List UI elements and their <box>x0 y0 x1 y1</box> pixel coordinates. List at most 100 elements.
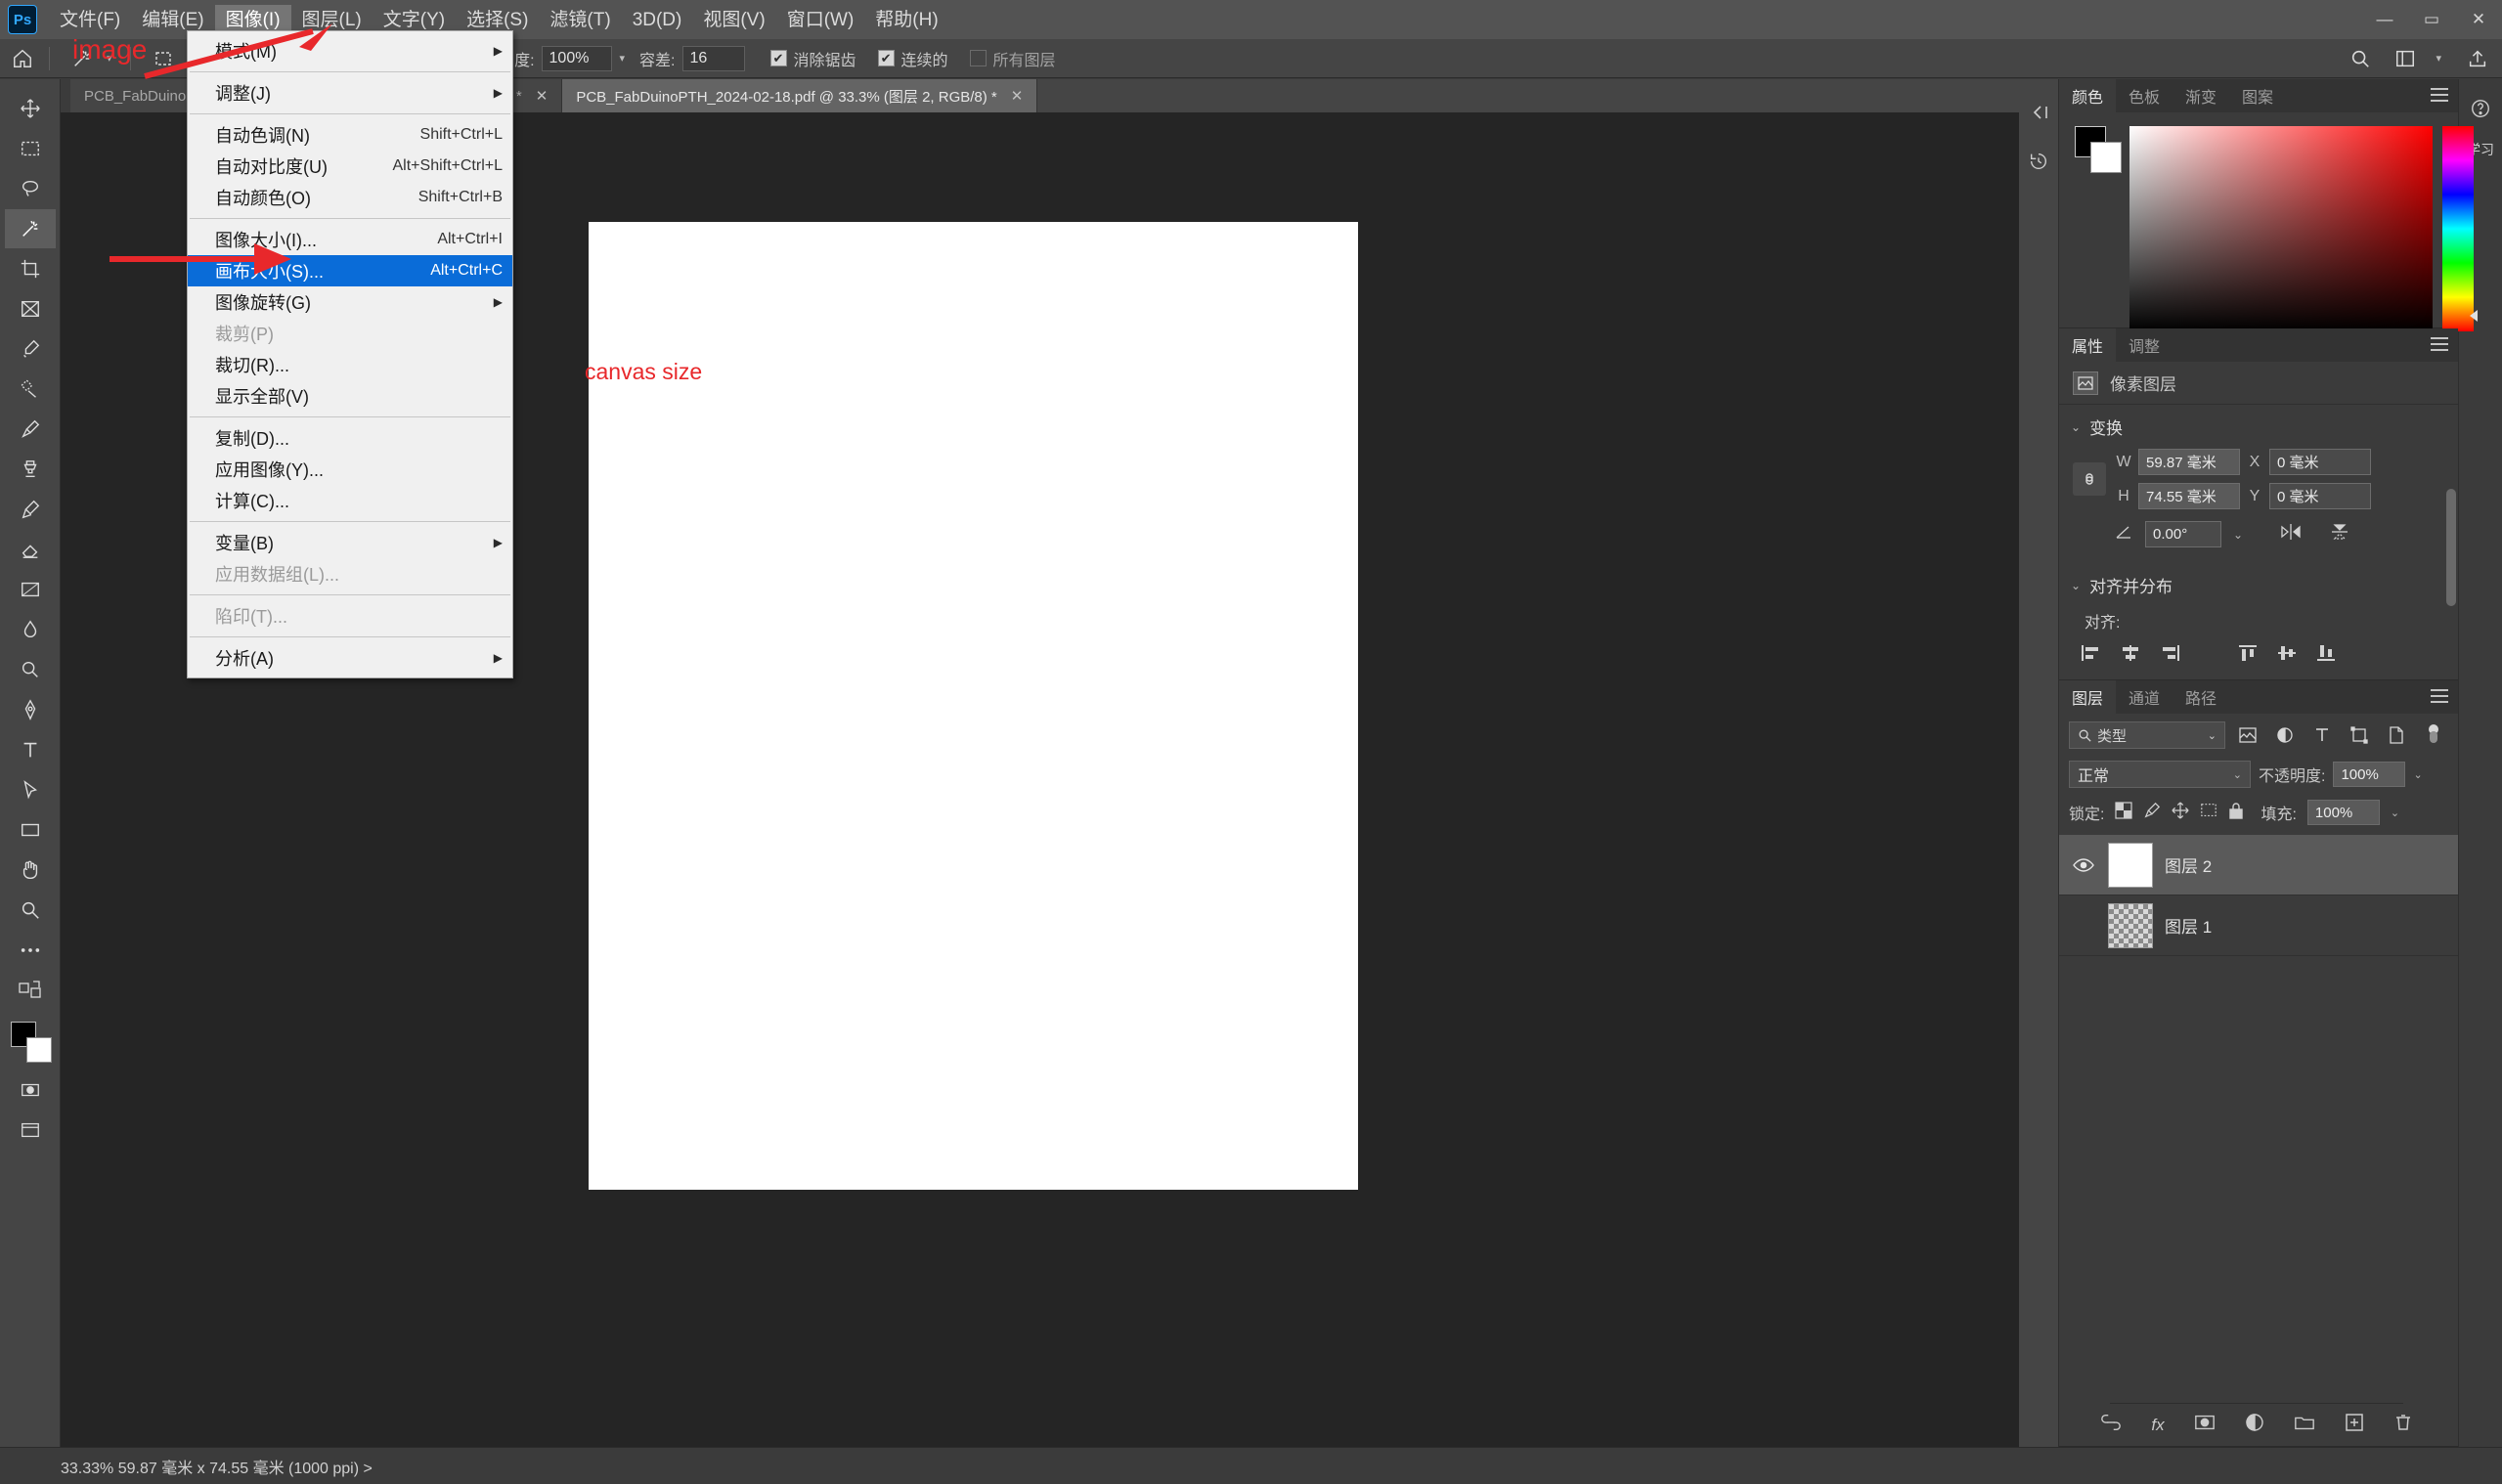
menu-3d[interactable]: 3D(D) <box>622 5 693 35</box>
zoom-tool[interactable] <box>5 891 56 930</box>
tab-gradients[interactable]: 渐变 <box>2173 79 2230 112</box>
menu-view[interactable]: 视图(V) <box>692 5 775 35</box>
screen-mode-icon[interactable] <box>5 1111 56 1150</box>
gradient-tool[interactable] <box>5 570 56 609</box>
menu-item-variables[interactable]: 变量(B) ▶ <box>188 527 512 558</box>
align-right-icon[interactable] <box>2155 640 2184 666</box>
layer-thumbnail[interactable] <box>2108 842 2153 888</box>
path-selection-tool[interactable] <box>5 770 56 809</box>
background-color-swatch[interactable] <box>25 1037 52 1063</box>
tab-close-icon[interactable]: ✕ <box>536 87 549 105</box>
layer-thumbnail[interactable] <box>2108 902 2153 948</box>
layers-opacity-input[interactable]: 100% <box>2333 762 2406 787</box>
add-layer-mask-icon[interactable] <box>2194 1414 2216 1436</box>
menu-item-image-size[interactable]: 图像大小(I)... Alt+Ctrl+I <box>188 224 512 255</box>
layer-visibility-icon[interactable] <box>2071 857 2096 873</box>
contiguous-checkbox[interactable]: ✔ 连续的 <box>877 47 948 70</box>
properties-scrollbar[interactable] <box>2446 450 2456 704</box>
filter-type-icon[interactable] <box>2307 722 2337 748</box>
menu-item-trim[interactable]: 裁切(R)... <box>188 349 512 380</box>
tab-swatches[interactable]: 色板 <box>2116 79 2173 112</box>
maximize-button[interactable]: ▭ <box>2408 0 2455 39</box>
opacity-input[interactable]: 100% <box>541 45 612 71</box>
link-dimensions-icon[interactable] <box>2073 462 2106 496</box>
history-panel-icon[interactable] <box>2019 142 2058 181</box>
search-icon[interactable] <box>2344 44 2377 73</box>
tab-color[interactable]: 颜色 <box>2059 79 2117 112</box>
menu-item-image-rotation[interactable]: 图像旋转(G) ▶ <box>188 286 512 318</box>
hand-tool[interactable] <box>5 851 56 890</box>
eraser-tool[interactable] <box>5 530 56 569</box>
color-swatches[interactable] <box>5 1018 56 1070</box>
tab-paths[interactable]: 路径 <box>2173 680 2230 714</box>
frame-tool[interactable] <box>5 289 56 328</box>
menu-item-analysis[interactable]: 分析(A) ▶ <box>188 642 512 674</box>
layer-filter-type-select[interactable]: 类型 ⌄ <box>2069 721 2225 749</box>
new-adjustment-layer-icon[interactable] <box>2245 1413 2264 1437</box>
home-icon[interactable] <box>6 44 39 73</box>
blur-tool[interactable] <box>5 610 56 649</box>
menu-item-calculations[interactable]: 计算(C)... <box>188 485 512 516</box>
panel-menu-icon[interactable] <box>2431 337 2448 351</box>
dodge-tool[interactable] <box>5 650 56 689</box>
y-input[interactable]: 0 毫米 <box>2269 483 2371 509</box>
align-left-icon[interactable] <box>2077 640 2106 666</box>
align-top-icon[interactable] <box>2233 640 2262 666</box>
menu-item-auto-tone[interactable]: 自动色调(N) Shift+Ctrl+L <box>188 119 512 151</box>
align-center-horizontal-icon[interactable] <box>2116 640 2145 666</box>
move-tool[interactable] <box>5 89 56 128</box>
tab-close-icon[interactable]: ✕ <box>1011 87 1024 105</box>
menu-item-apply-image[interactable]: 应用图像(Y)... <box>188 454 512 485</box>
fill-input[interactable]: 100% <box>2306 800 2380 825</box>
color-picker-body[interactable] <box>2059 112 2478 331</box>
menu-filter[interactable]: 滤镜(T) <box>539 5 621 35</box>
flip-horizontal-icon[interactable] <box>2280 523 2302 546</box>
tab-channels[interactable]: 通道 <box>2116 680 2173 714</box>
lock-all-icon[interactable] <box>2228 802 2244 824</box>
height-input[interactable]: 74.55 毫米 <box>2138 483 2240 509</box>
menu-item-canvas-size[interactable]: 画布大小(S)... Alt+Ctrl+C <box>188 255 512 286</box>
align-distribute-section-header[interactable]: ⌄ 对齐并分布 <box>2059 559 2458 603</box>
antialias-checkbox[interactable]: ✔ 消除锯齿 <box>769 47 856 70</box>
lock-position-icon[interactable] <box>2172 801 2189 824</box>
collapse-panels-icon[interactable] <box>2019 93 2058 132</box>
tolerance-input[interactable]: 16 <box>681 45 745 71</box>
lock-image-pixels-icon[interactable] <box>2143 802 2161 824</box>
filter-smart-object-icon[interactable] <box>2382 722 2411 748</box>
panel-menu-icon[interactable] <box>2431 88 2448 102</box>
color-panel-swatches[interactable] <box>2075 126 2122 173</box>
angle-input[interactable]: 0.00° <box>2145 521 2221 547</box>
more-tools-icon[interactable] <box>5 931 56 970</box>
layer-row[interactable]: 图层 2 <box>2059 835 2458 895</box>
lasso-tool[interactable] <box>5 169 56 208</box>
flip-vertical-icon[interactable] <box>2329 523 2350 546</box>
layer-name[interactable]: 图层 2 <box>2165 852 2212 877</box>
spot-healing-brush-tool[interactable] <box>5 370 56 409</box>
blend-mode-select[interactable]: 正常 ⌄ <box>2069 761 2251 788</box>
image-menu-dropdown[interactable]: 模式(M) ▶ 调整(J) ▶ 自动色调(N) Shift+Ctrl+L 自动对比度(… <box>187 30 513 678</box>
filter-pixel-icon[interactable] <box>2233 722 2262 748</box>
pen-tool[interactable] <box>5 690 56 729</box>
type-tool[interactable] <box>5 730 56 769</box>
menu-item-auto-contrast[interactable]: 自动对比度(U) Alt+Shift+Ctrl+L <box>188 151 512 182</box>
tab-properties[interactable]: 属性 <box>2059 328 2117 362</box>
align-bottom-icon[interactable] <box>2311 640 2341 666</box>
x-input[interactable]: 0 毫米 <box>2269 449 2371 475</box>
quick-mask-swap-icon[interactable] <box>5 971 56 1010</box>
opacity-caret-icon[interactable]: ⌄ <box>2413 768 2422 781</box>
new-layer-icon[interactable] <box>2345 1413 2364 1437</box>
layer-row[interactable]: 图层 1 <box>2059 895 2458 956</box>
lock-transparent-pixels-icon[interactable] <box>2115 801 2133 824</box>
rectangular-marquee-tool[interactable] <box>5 129 56 168</box>
selection-new-icon[interactable] <box>147 44 180 73</box>
panel-menu-icon[interactable] <box>2431 689 2448 703</box>
delete-layer-icon[interactable] <box>2393 1413 2413 1437</box>
hue-slider-pointer[interactable] <box>2470 310 2478 322</box>
lock-artboard-nesting-icon[interactable] <box>2200 802 2217 824</box>
document-artboard[interactable] <box>589 222 1358 1190</box>
menu-item-reveal-all[interactable]: 显示全部(V) <box>188 380 512 412</box>
document-tab-active[interactable]: PCB_FabDuinoPTH_2024-02-18.pdf @ 33.3% (… <box>562 79 1038 112</box>
share-icon[interactable] <box>2461 44 2494 73</box>
align-center-vertical-icon[interactable] <box>2272 640 2302 666</box>
width-input[interactable]: 59.87 毫米 <box>2138 449 2240 475</box>
